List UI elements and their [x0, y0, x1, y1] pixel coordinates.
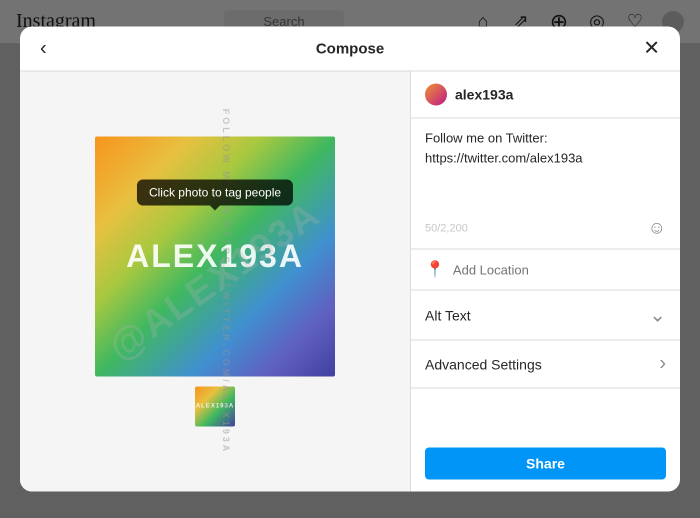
- modal-header: ‹ Compose ✕: [20, 27, 680, 72]
- user-header: alex193a: [411, 72, 680, 119]
- location-row[interactable]: 📍: [411, 250, 680, 291]
- alt-text-row[interactable]: Alt Text ⌄: [411, 291, 680, 341]
- tag-tooltip: Click photo to tag people: [137, 180, 293, 206]
- advanced-settings-label: Advanced Settings: [425, 356, 542, 372]
- right-username: alex193a: [455, 87, 513, 103]
- main-image[interactable]: ALEX193A: [95, 137, 335, 377]
- share-area: Share: [411, 436, 680, 492]
- caption-area: 50/2,200 ☺: [411, 119, 680, 250]
- emoji-button[interactable]: ☺: [648, 218, 666, 239]
- image-text-overlay: ALEX193A: [126, 238, 304, 275]
- back-button[interactable]: ‹: [36, 39, 51, 59]
- advanced-settings-row[interactable]: Advanced Settings ›: [411, 341, 680, 389]
- caption-textarea[interactable]: [425, 129, 666, 209]
- char-count: 50/2,200: [425, 222, 468, 234]
- alt-text-chevron-icon: ⌄: [649, 303, 666, 328]
- modal-title: Compose: [316, 40, 384, 57]
- image-panel[interactable]: Click photo to tag people ALEX193A ALEX1…: [20, 72, 410, 492]
- right-panel: alex193a 50/2,200 ☺ 📍 Alt Text ⌄: [410, 72, 680, 492]
- vertical-text-overlay: FOLLOW ME ON HTTPS://TWITTER.COM/ALEX193…: [220, 109, 230, 455]
- caption-footer: 50/2,200 ☺: [425, 218, 666, 239]
- compose-modal: ‹ Compose ✕ Click photo to tag people AL…: [20, 27, 680, 492]
- advanced-settings-chevron-icon: ›: [659, 353, 666, 376]
- share-button[interactable]: Share: [425, 448, 666, 480]
- location-input[interactable]: [453, 262, 666, 277]
- alt-text-label: Alt Text: [425, 307, 471, 323]
- location-icon: 📍: [425, 260, 445, 280]
- user-avatar-small: [425, 84, 447, 106]
- close-button[interactable]: ✕: [639, 39, 664, 59]
- modal-body: Click photo to tag people ALEX193A ALEX1…: [20, 72, 680, 492]
